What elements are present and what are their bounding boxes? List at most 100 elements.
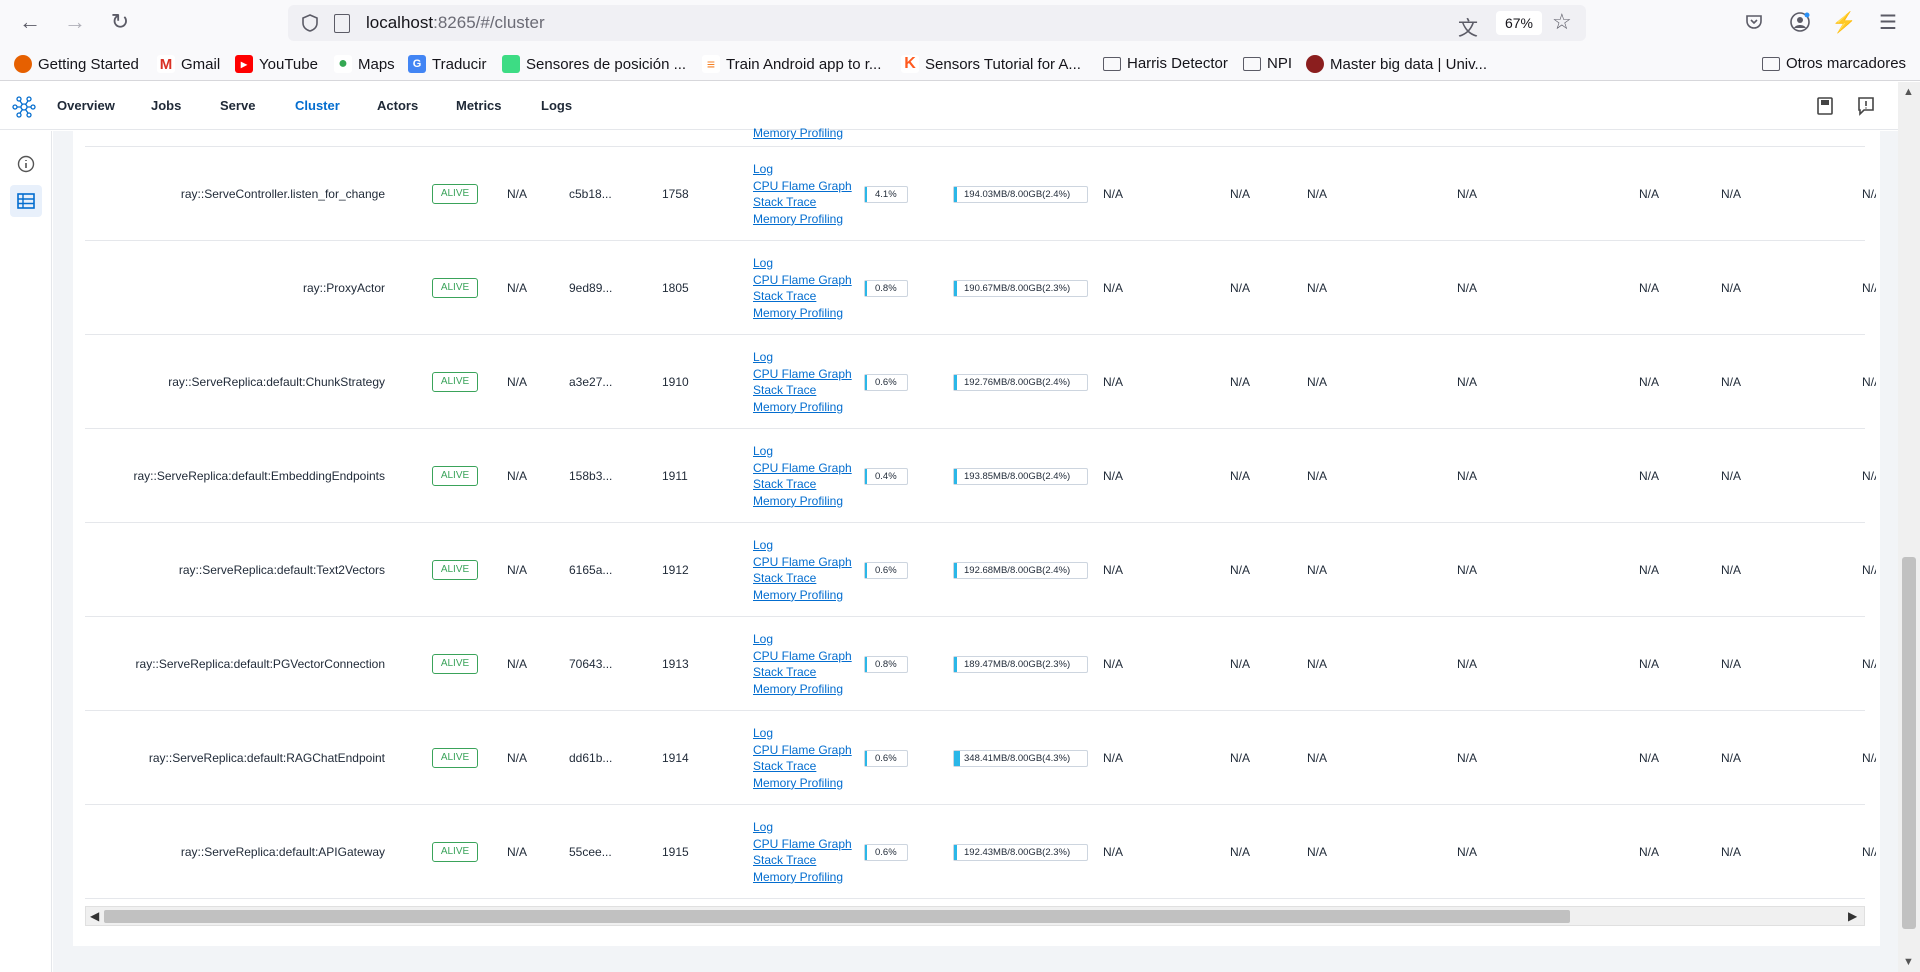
translate-icon[interactable]: 文 (1458, 12, 1478, 41)
stack-trace-link[interactable]: Stack Trace (753, 194, 852, 211)
memory-profiling-link[interactable]: Memory Profiling (753, 493, 852, 510)
bookmark-getting-started[interactable]: Getting Started (14, 55, 139, 73)
extensions-icon[interactable]: ⚡ (1832, 10, 1857, 34)
actor-id[interactable]: 55cee... (569, 845, 612, 859)
scroll-left-arrow-icon[interactable]: ◀ (90, 909, 99, 923)
memory-profiling-link[interactable]: Memory Profiling (753, 587, 852, 604)
bookmark-train-android[interactable]: ≡ Train Android app to r... (702, 55, 881, 73)
bookmark-label: NPI (1267, 55, 1293, 72)
vertical-scroll-thumb[interactable] (1902, 557, 1916, 929)
bookmark-master-big-data[interactable]: Master big data | Univ... (1306, 55, 1487, 73)
info-icon[interactable] (10, 148, 42, 180)
actor-id[interactable]: dd61b... (569, 751, 612, 765)
cpu-flame-graph-link[interactable]: CPU Flame Graph (753, 648, 852, 665)
cpu-flame-graph-link[interactable]: CPU Flame Graph (753, 460, 852, 477)
actor-id[interactable]: 70643... (569, 657, 612, 671)
actor-actions: Log CPU Flame Graph Stack Trace Memory P… (753, 819, 852, 885)
cpu-flame-graph-link[interactable]: CPU Flame Graph (753, 554, 852, 571)
memory-usage-fill (954, 845, 958, 860)
horizontal-scroll-thumb[interactable] (104, 910, 1570, 923)
address-bar[interactable]: localhost:8265/#/cluster 文 67% ☆ (288, 5, 1586, 41)
bookmark-sensors-tutorial[interactable]: K Sensors Tutorial for A... (901, 55, 1081, 73)
cpu-usage-fill (865, 751, 867, 766)
stack-trace-link[interactable]: Stack Trace (753, 664, 852, 681)
table-view-icon[interactable] (10, 185, 42, 217)
bookmark-maps[interactable]: ● Maps (334, 55, 395, 73)
scroll-down-arrow-icon[interactable]: ▼ (1903, 956, 1914, 968)
url-path: :8265/#/cluster (433, 13, 545, 32)
memory-usage-fill (954, 469, 958, 484)
stack-trace-link[interactable]: Stack Trace (753, 852, 852, 869)
cpu-usage-text: 0.6% (875, 377, 897, 388)
bookmark-traducir[interactable]: G Traducir (408, 55, 486, 73)
log-link[interactable]: Log (753, 725, 852, 742)
status-badge: ALIVE (432, 748, 478, 768)
url-text[interactable]: localhost:8265/#/cluster (366, 13, 545, 33)
memory-usage-text: 192.76MB/8.00GB(2.4%) (964, 377, 1071, 388)
page-info-icon[interactable] (334, 14, 350, 33)
log-link[interactable]: Log (753, 349, 852, 366)
account-icon[interactable] (1788, 10, 1812, 34)
horizontal-scrollbar[interactable]: ◀ ▶ (85, 906, 1865, 926)
log-link[interactable]: Log (753, 819, 852, 836)
memory-profiling-link[interactable]: Memory Profiling (753, 869, 852, 886)
ray-logo-icon[interactable] (12, 96, 36, 118)
actor-id[interactable]: a3e27... (569, 375, 612, 389)
shield-icon[interactable] (300, 13, 320, 33)
forward-icon[interactable]: → (57, 4, 93, 40)
actor-col-na: N/A (507, 845, 528, 859)
bookmark-npi[interactable]: NPI (1243, 55, 1292, 72)
cpu-flame-graph-link[interactable]: CPU Flame Graph (753, 836, 852, 853)
memory-profiling-link[interactable]: Memory Profiling (753, 681, 852, 698)
cpu-flame-graph-link[interactable]: CPU Flame Graph (753, 272, 852, 289)
log-link[interactable]: Log (753, 443, 852, 460)
vertical-scrollbar[interactable]: ▲ ▼ (1898, 82, 1920, 972)
actor-name: ray::ServeReplica:default:EmbeddingEndpo… (133, 469, 385, 483)
stack-trace-link[interactable]: Stack Trace (753, 288, 852, 305)
cpu-flame-graph-link[interactable]: CPU Flame Graph (753, 742, 852, 759)
reload-icon[interactable]: ↻ (102, 4, 138, 40)
memory-profiling-link[interactable]: Memory Profiling (753, 775, 852, 792)
cpu-usage-text: 0.8% (875, 283, 897, 294)
bookmark-label: Sensors Tutorial for A... (925, 55, 1081, 73)
actor-id[interactable]: 6165a... (569, 563, 612, 577)
bookmark-otros-marcadores[interactable]: Otros marcadores (1762, 55, 1906, 72)
menu-icon[interactable]: ☰ (1876, 10, 1900, 34)
actor-id[interactable]: 158b3... (569, 469, 612, 483)
memory-profiling-link[interactable]: Memory Profiling (753, 211, 852, 228)
pocket-icon[interactable] (1742, 10, 1766, 34)
bookmark-star-icon[interactable]: ☆ (1552, 9, 1572, 35)
actor-id[interactable]: c5b18... (569, 187, 612, 201)
stack-trace-link[interactable]: Stack Trace (753, 570, 852, 587)
memory-usage-bar: 189.47MB/8.00GB(2.3%) (953, 656, 1088, 673)
back-icon[interactable]: ← (12, 4, 48, 40)
memory-usage-fill (954, 751, 960, 766)
log-link[interactable]: Log (753, 537, 852, 554)
scroll-right-arrow-icon[interactable]: ▶ (1848, 909, 1857, 923)
scroll-up-arrow-icon[interactable]: ▲ (1903, 86, 1914, 98)
stack-trace-link[interactable]: Stack Trace (753, 758, 852, 775)
bookmark-label: Train Android app to r... (726, 55, 882, 73)
bookmark-sensores[interactable]: Sensores de posición ... (502, 55, 686, 73)
zoom-level[interactable]: 67% (1496, 11, 1542, 35)
memory-profiling-link[interactable]: Memory Profiling (753, 399, 852, 416)
bookmark-gmail[interactable]: M Gmail (157, 55, 220, 73)
memory-profiling-link[interactable]: Memory Profiling (753, 305, 852, 322)
cpu-usage-fill (865, 375, 867, 390)
bookmark-label: Sensores de posición ... (526, 55, 687, 73)
actor-id[interactable]: 9ed89... (569, 281, 612, 295)
log-link[interactable]: Log (753, 631, 852, 648)
log-link[interactable]: Log (753, 161, 852, 178)
cpu-flame-graph-link[interactable]: CPU Flame Graph (753, 366, 852, 383)
memory-profiling-link[interactable]: Memory Profiling (753, 125, 843, 142)
cpu-usage-text: 0.6% (875, 753, 897, 764)
bookmark-youtube[interactable]: ▶ YouTube (235, 55, 318, 73)
log-link[interactable]: Log (753, 255, 852, 272)
cpu-usage-text: 4.1% (875, 189, 897, 200)
stack-trace-link[interactable]: Stack Trace (753, 476, 852, 493)
bookmark-harris-detector[interactable]: Harris Detector (1103, 55, 1228, 72)
folder-icon (1243, 56, 1261, 71)
table-row: ray::ProxyActor ALIVE N/A 9ed89... 1805 Log … (85, 241, 1876, 335)
stack-trace-link[interactable]: Stack Trace (753, 382, 852, 399)
cpu-flame-graph-link[interactable]: CPU Flame Graph (753, 178, 852, 195)
